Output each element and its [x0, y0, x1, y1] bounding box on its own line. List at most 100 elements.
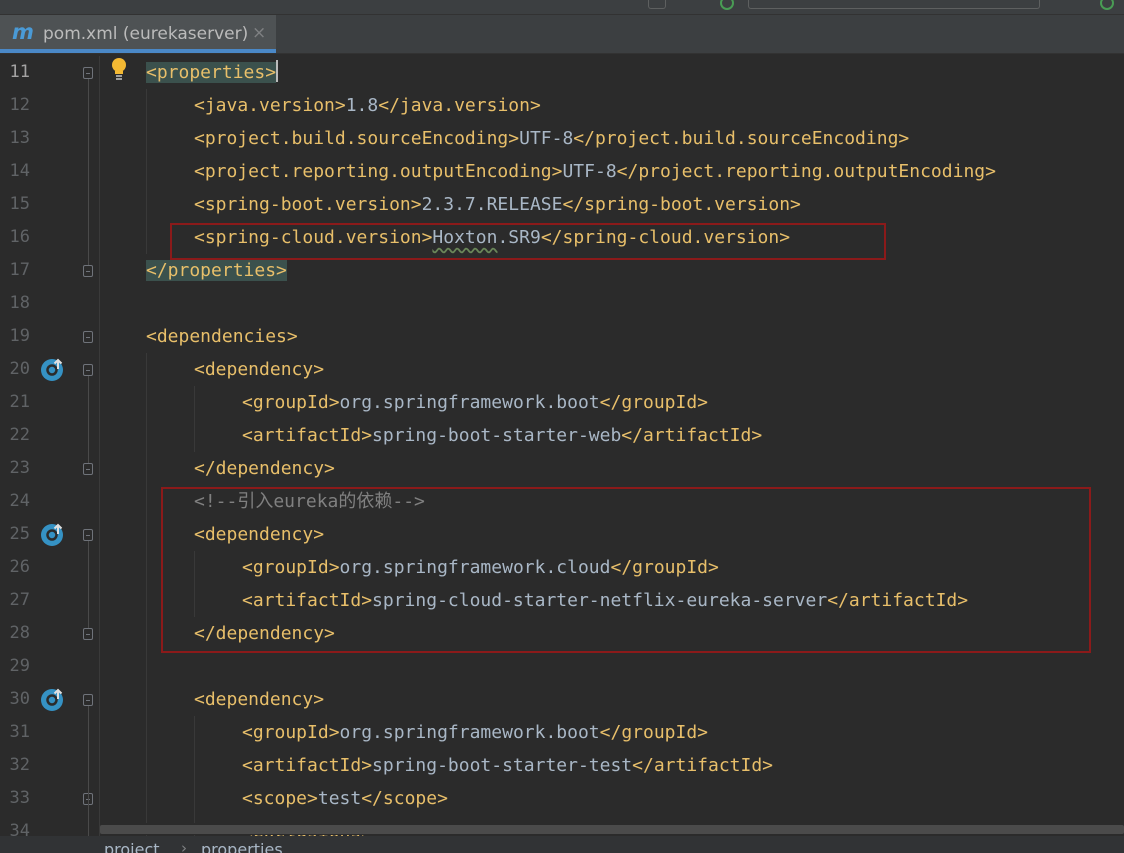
fold-marker[interactable]: [83, 265, 93, 277]
xml-text: org.springframework.boot: [339, 722, 600, 743]
xml-tag: <properties>: [146, 62, 277, 83]
breadcrumb-item-project[interactable]: project: [104, 840, 160, 853]
code-line[interactable]: <artifactId>spring-boot-starter-web</art…: [242, 419, 762, 452]
xml-tag: <groupId>: [242, 722, 340, 743]
line-number: 34: [9, 821, 30, 836]
fold-marker[interactable]: [83, 694, 93, 706]
xml-tag: </scope>: [361, 788, 448, 809]
tab-pom-xml[interactable]: m pom.xml (eurekaserver) ×: [0, 15, 276, 53]
line-number: 31: [9, 722, 30, 742]
line-number: 14: [9, 161, 30, 181]
xml-text: UTF-8: [519, 128, 574, 149]
code-line[interactable]: </dependency>: [194, 452, 335, 485]
xml-text: 2.3.7.RELEASE: [421, 194, 563, 215]
indent-guide: [146, 89, 147, 254]
line-number: 27: [9, 590, 30, 610]
fold-marker[interactable]: [83, 364, 93, 376]
toolbar-button[interactable]: [648, 0, 666, 9]
code-line[interactable]: <scope>test</scope>: [242, 782, 448, 815]
line-number: 29: [9, 656, 30, 676]
line-number: 26: [9, 557, 30, 577]
line-number: 33: [9, 788, 30, 808]
line-number: 30: [9, 689, 30, 709]
xml-tag: </properties>: [146, 260, 287, 281]
xml-tag: <project.build.sourceEncoding>: [194, 128, 520, 149]
fold-range-line: [88, 541, 89, 628]
line-number: 15: [9, 194, 30, 214]
text-caret: [276, 60, 279, 82]
xml-tag: <dependency>: [194, 689, 325, 710]
line-number: 18: [9, 293, 30, 313]
xml-tag: <artifactId>: [242, 755, 373, 776]
code-line[interactable]: <dependencies>: [146, 320, 298, 353]
xml-tag: <java.version>: [194, 95, 346, 116]
breadcrumb-item-properties[interactable]: properties: [201, 840, 283, 853]
editor-tab-bar: m pom.xml (eurekaserver) ×: [0, 15, 1124, 54]
code-line[interactable]: <java.version>1.8</java.version>: [194, 89, 541, 122]
xml-tag: </groupId>: [599, 392, 709, 413]
fold-range-line: [88, 376, 89, 463]
fold-marker[interactable]: [83, 67, 93, 79]
xml-text: test: [317, 788, 362, 809]
fold-range-line: [88, 79, 89, 265]
line-number: 24: [9, 491, 30, 511]
gutter-separator: [99, 56, 100, 836]
update-icon[interactable]: [1100, 0, 1114, 10]
ide-window: m pom.xml (eurekaserver) × 11 <propertie…: [0, 0, 1124, 853]
xml-text: spring-boot-starter-web: [372, 425, 622, 446]
fold-marker[interactable]: [83, 331, 93, 343]
line-number: 23: [9, 458, 30, 478]
code-line[interactable]: <artifactId>spring-boot-starter-test</ar…: [242, 749, 773, 782]
xml-tag: </spring-boot.version>: [562, 194, 801, 215]
toolbar: [0, 0, 1124, 15]
maven-icon: m: [12, 20, 34, 44]
line-number: 22: [9, 425, 30, 445]
scrollbar-thumb[interactable]: [100, 825, 1124, 834]
code-line[interactable]: <properties>: [146, 56, 279, 89]
xml-tag: </artifactId>: [621, 425, 763, 446]
xml-tag: <scope>: [242, 788, 318, 809]
code-line[interactable]: <dependency>: [194, 683, 324, 716]
xml-text: UTF-8: [562, 161, 617, 182]
xml-tag: <artifactId>: [242, 425, 373, 446]
xml-tag: </project.build.sourceEncoding>: [573, 128, 910, 149]
indent-guide: [146, 353, 147, 836]
xml-text: 1.8: [345, 95, 379, 116]
git-icon[interactable]: [720, 0, 734, 10]
code-line[interactable]: <dependency>: [194, 353, 324, 386]
line-number: 11: [9, 62, 30, 82]
code-line[interactable]: <project.reporting.outputEncoding>UTF-8<…: [194, 155, 996, 188]
code-line[interactable]: <spring-boot.version>2.3.7.RELEASE</spri…: [194, 188, 801, 221]
line-number: 16: [9, 227, 30, 247]
lightbulb-icon[interactable]: [108, 56, 130, 82]
line-number: 17: [9, 260, 30, 280]
fold-marker[interactable]: [83, 628, 93, 640]
fold-marker[interactable]: [83, 529, 93, 541]
code-line[interactable]: <groupId>org.springframework.boot</group…: [242, 386, 708, 419]
fold-range-line: [88, 706, 89, 836]
override-icon[interactable]: [40, 686, 66, 712]
line-number: 21: [9, 392, 30, 412]
run-config-selector[interactable]: [748, 0, 1040, 9]
code-line[interactable]: <groupId>org.springframework.boot</group…: [242, 716, 708, 749]
xml-tag: </groupId>: [599, 722, 709, 743]
override-icon[interactable]: [40, 356, 66, 382]
tab-label: pom.xml (eurekaserver): [43, 24, 249, 44]
line-number: 25: [9, 524, 30, 544]
xml-tag: </java.version>: [378, 95, 541, 116]
xml-text: spring-boot-starter-test: [372, 755, 633, 776]
fold-marker[interactable]: [83, 463, 93, 475]
xml-tag: </dependency>: [194, 458, 335, 479]
xml-tag: <project.reporting.outputEncoding>: [194, 161, 563, 182]
breadcrumb: project › properties: [0, 836, 1124, 853]
xml-tag: <dependency>: [194, 359, 325, 380]
close-tab-icon[interactable]: ×: [252, 23, 266, 43]
code-editor[interactable]: 11 <properties> 12 <java.version>1.8</java.…: [0, 56, 1124, 836]
xml-tag: </artifactId>: [632, 755, 774, 776]
indent-guide: [194, 716, 195, 836]
horizontal-scrollbar[interactable]: [100, 823, 1124, 835]
line-number: 13: [9, 128, 30, 148]
line-number: 19: [9, 326, 30, 346]
code-line[interactable]: <project.build.sourceEncoding>UTF-8</pro…: [194, 122, 909, 155]
override-icon[interactable]: [40, 521, 66, 547]
